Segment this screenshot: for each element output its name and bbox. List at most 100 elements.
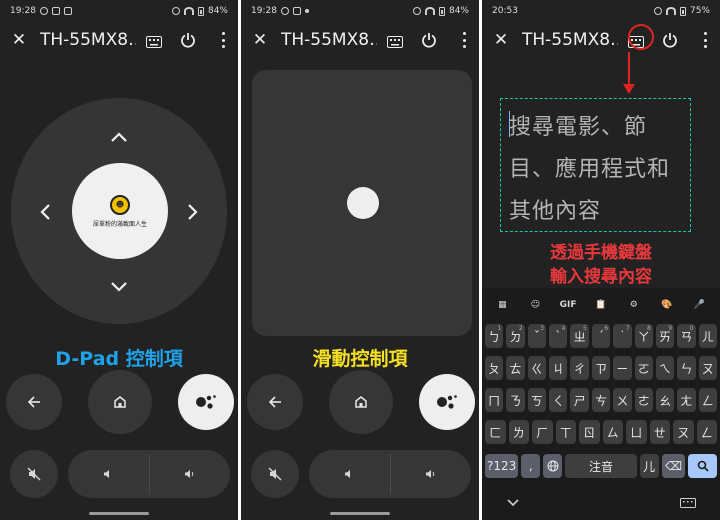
chat-icon <box>39 7 48 15</box>
swipe-touchpad[interactable] <box>252 70 472 336</box>
sticker-icon[interactable]: ☺ <box>525 297 545 313</box>
assistant-button[interactable] <box>419 374 475 430</box>
keyboard-switch-icon[interactable] <box>680 498 696 508</box>
close-button[interactable]: ✕ <box>10 26 28 54</box>
power-icon[interactable] <box>662 32 678 52</box>
volume-down-button[interactable] <box>68 450 149 498</box>
key[interactable]: ㄤ <box>677 388 696 412</box>
globe-key[interactable] <box>543 454 563 478</box>
more-options-icon[interactable] <box>463 32 467 48</box>
key[interactable]: ㄍ <box>527 356 547 380</box>
mute-button[interactable] <box>251 450 299 498</box>
key[interactable]: ㄡ <box>698 356 717 380</box>
key-row-bottom: ?123 , 注音 儿 ⌫ <box>485 454 717 478</box>
key[interactable]: ㄧ <box>613 356 632 380</box>
key[interactable]: ㄇ <box>485 388 504 412</box>
key[interactable]: ㄑ <box>549 388 568 412</box>
key[interactable]: ㄟ <box>655 356 675 380</box>
er-key[interactable]: 儿 <box>639 454 659 478</box>
key[interactable]: ㄞ9 <box>655 324 675 348</box>
key[interactable]: ㄐ <box>549 356 568 380</box>
key[interactable]: ㄊ <box>506 356 525 380</box>
key[interactable]: ㄗ <box>591 356 611 380</box>
backspace-key[interactable]: ⌫ <box>661 454 686 478</box>
key[interactable]: ㄨ <box>613 388 632 412</box>
key[interactable]: ㄛ <box>634 356 653 380</box>
dpad-down-icon[interactable] <box>108 276 130 298</box>
key[interactable]: ㄔ <box>570 356 589 380</box>
home-button[interactable] <box>88 370 152 434</box>
back-button[interactable] <box>6 374 62 430</box>
dpad-left-icon[interactable] <box>34 201 56 223</box>
key[interactable]: ㄏ <box>532 420 553 444</box>
key[interactable]: ˊ6 <box>591 324 611 348</box>
gif-button[interactable]: GIF <box>558 297 578 313</box>
close-button[interactable]: ✕ <box>251 26 269 54</box>
more-options-icon[interactable] <box>222 32 226 48</box>
volume-up-button[interactable] <box>150 450 231 498</box>
volume-control <box>68 450 230 498</box>
key[interactable]: ㄒ <box>555 420 576 444</box>
back-button[interactable] <box>247 374 303 430</box>
key[interactable]: ㄙ <box>602 420 623 444</box>
more-options-icon[interactable] <box>704 32 708 48</box>
key[interactable]: ㄈ <box>485 420 506 444</box>
wifi-icon <box>665 7 676 15</box>
dpad-up-icon[interactable] <box>108 126 130 148</box>
volume-up-button[interactable] <box>391 450 472 498</box>
key[interactable]: ㄌ <box>508 420 529 444</box>
alarm-icon <box>412 7 421 15</box>
key[interactable]: ㄚ8 <box>634 324 653 348</box>
theme-palette-icon[interactable]: 🎨 <box>657 297 677 313</box>
key-row-1: ㄅ 1 ㄉ 2 ˇ 3 ˋ 4 ㄓ 5 ˊ 6 ˙ 7 ㄚ 8 ㄞ 9 ㄢ 0 ㄦ <box>485 324 717 348</box>
key[interactable]: ㄠ <box>655 388 675 412</box>
key[interactable]: ㄅ1 <box>485 324 504 348</box>
key[interactable]: ㄦ <box>698 324 717 348</box>
globe-icon <box>547 460 559 472</box>
mute-button[interactable] <box>10 450 58 498</box>
key[interactable]: ㄖ <box>579 420 600 444</box>
keyboard-icon[interactable] <box>146 33 162 52</box>
comma-key[interactable]: , <box>521 454 541 478</box>
power-icon[interactable] <box>180 32 196 52</box>
key[interactable]: ㄘ <box>591 388 611 412</box>
clipboard-icon[interactable]: 📋 <box>591 297 611 313</box>
home-button[interactable] <box>329 370 393 434</box>
apps-grid-icon[interactable]: ▦ <box>492 297 512 313</box>
note-line-2: 輸入搜尋內容 <box>550 267 652 287</box>
close-button[interactable]: ✕ <box>492 26 510 54</box>
key[interactable]: ˋ4 <box>549 324 568 348</box>
key[interactable]: ㄡ <box>673 420 694 444</box>
key[interactable]: ㄆ <box>485 356 504 380</box>
settings-gear-icon[interactable]: ⚙ <box>624 297 644 313</box>
keyboard-icon[interactable] <box>387 33 403 52</box>
key[interactable]: ㄣ <box>677 356 696 380</box>
dpad-right-icon[interactable] <box>182 201 204 223</box>
hide-keyboard-icon[interactable] <box>506 498 520 508</box>
dpad-center-button[interactable]: ☻ 尿單粉的滿載面人生 <box>72 163 168 259</box>
search-key[interactable] <box>688 454 717 478</box>
space-key[interactable]: 注音 <box>565 454 637 478</box>
microphone-icon[interactable]: 🎤 <box>689 297 709 313</box>
symbols-key[interactable]: ?123 <box>485 454 519 478</box>
assistant-button[interactable] <box>178 374 234 430</box>
key[interactable]: ㄥ <box>696 420 717 444</box>
key[interactable]: ㄕ <box>570 388 589 412</box>
key[interactable]: ㄋ <box>506 388 525 412</box>
key[interactable]: ˇ3 <box>527 324 547 348</box>
key[interactable]: ㄉ2 <box>506 324 525 348</box>
key[interactable]: ˙ 7 <box>613 324 632 348</box>
key[interactable]: ㄥ <box>698 388 717 412</box>
key[interactable]: ㄎ <box>527 388 547 412</box>
key[interactable]: ㄩ <box>626 420 647 444</box>
battery-icon <box>438 6 445 16</box>
search-input[interactable]: 搜尋電影、節 目、應用程式和 其他內容 <box>500 98 691 232</box>
power-icon[interactable] <box>421 32 437 52</box>
alarm-icon <box>171 7 180 15</box>
home-icon <box>114 396 126 408</box>
key[interactable]: ㄓ5 <box>570 324 589 348</box>
key[interactable]: ㄢ0 <box>677 324 696 348</box>
key[interactable]: ㄜ <box>634 388 653 412</box>
volume-down-button[interactable] <box>309 450 390 498</box>
key[interactable]: ㄝ <box>649 420 670 444</box>
